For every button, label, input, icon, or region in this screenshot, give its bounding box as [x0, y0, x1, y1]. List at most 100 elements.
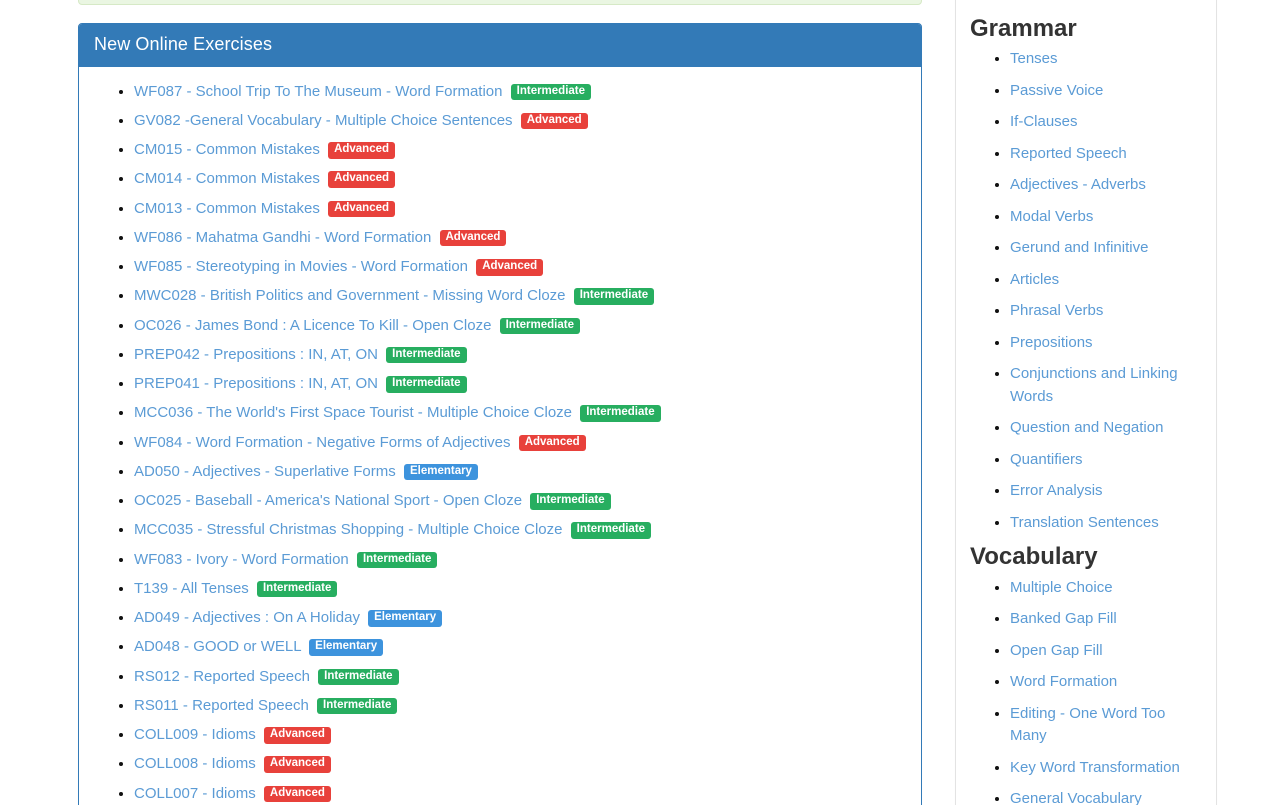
exercise-link[interactable]: PREP042 - Prepositions : IN, AT, ON [134, 346, 378, 363]
sidebar-item-quantifiers[interactable]: Quantifiers [1010, 451, 1083, 468]
exercise-link[interactable]: OC026 - James Bond : A Licence To Kill -… [134, 317, 491, 334]
sidebar-list-item: Key Word Transformation [1010, 757, 1202, 780]
sidebar-list-item: Adjectives - Adverbs [1010, 174, 1202, 197]
sidebar-item-key-word-transformation[interactable]: Key Word Transformation [1010, 759, 1180, 776]
sidebar-list-item: Reported Speech [1010, 143, 1202, 166]
main-content-column: New Online Exercises WF087 - School Trip… [78, 23, 922, 805]
sidebar-item-question-and-negation[interactable]: Question and Negation [1010, 419, 1163, 436]
sidebar-list-item: Question and Negation [1010, 417, 1202, 440]
sidebar-item-conjunctions-and-linking-words[interactable]: Conjunctions and Linking Words [1010, 365, 1178, 405]
level-badge: Elementary [368, 610, 442, 627]
panel-body: WF087 - School Trip To The Museum - Word… [79, 67, 921, 805]
exercise-link[interactable]: AD049 - Adjectives : On A Holiday [134, 609, 360, 626]
level-badge: Advanced [264, 756, 331, 773]
categories-panel-body: GrammarTensesPassive VoiceIf-ClausesRepo… [956, 0, 1216, 805]
level-badge: Intermediate [318, 669, 398, 686]
level-badge: Intermediate [386, 347, 466, 364]
sidebar-item-banked-gap-fill[interactable]: Banked Gap Fill [1010, 610, 1117, 627]
sidebar-list-item: Translation Sentences [1010, 512, 1202, 535]
exercise-link[interactable]: WF085 - Stereotyping in Movies - Word Fo… [134, 258, 468, 275]
exercise-link[interactable]: MCC035 - Stressful Christmas Shopping - … [134, 521, 563, 538]
exercise-link[interactable]: OC025 - Baseball - America's National Sp… [134, 492, 522, 509]
sidebar-item-multiple-choice[interactable]: Multiple Choice [1010, 579, 1113, 596]
exercise-list-item: WF083 - Ivory - Word Formation Intermedi… [134, 549, 906, 571]
sidebar-item-general-vocabulary-exercises[interactable]: General Vocabulary Exercises [1010, 790, 1142, 805]
sidebar-section-list: Multiple Choice Banked Gap Fill Open Gap F… [970, 577, 1202, 805]
exercise-list-item: CM015 - Common Mistakes Advanced [134, 139, 906, 161]
sidebar-item-tenses[interactable]: Tenses [1010, 50, 1058, 67]
exercise-link[interactable]: MWC028 - British Politics and Government… [134, 287, 566, 304]
sidebar-list-item: Conjunctions and Linking Words [1010, 363, 1202, 408]
exercise-list-item: MCC035 - Stressful Christmas Shopping - … [134, 519, 906, 541]
sidebar-list-item: Error Analysis [1010, 480, 1202, 503]
sidebar-list-item: Word Formation [1010, 671, 1202, 694]
sidebar-item-gerund-and-infinitive[interactable]: Gerund and Infinitive [1010, 239, 1148, 256]
sidebar-item-prepositions[interactable]: Prepositions [1010, 334, 1093, 351]
exercise-link[interactable]: AD050 - Adjectives - Superlative Forms [134, 463, 396, 480]
exercise-link[interactable]: AD048 - GOOD or WELL [134, 638, 301, 655]
exercise-link[interactable]: RS012 - Reported Speech [134, 668, 310, 685]
sidebar-item-reported-speech[interactable]: Reported Speech [1010, 145, 1127, 162]
exercise-link[interactable]: RS011 - Reported Speech [134, 697, 309, 714]
exercise-link[interactable]: WF087 - School Trip To The Museum - Word… [134, 83, 502, 100]
exercise-link[interactable]: COLL009 - Idioms [134, 726, 256, 743]
exercise-link[interactable]: CM015 - Common Mistakes [134, 141, 320, 158]
level-badge: Intermediate [357, 552, 437, 569]
exercise-link[interactable]: WF084 - Word Formation - Negative Forms … [134, 434, 511, 451]
exercise-link[interactable]: T139 - All Tenses [134, 580, 249, 597]
exercise-list-item: WF084 - Word Formation - Negative Forms … [134, 432, 906, 454]
exercise-link[interactable]: WF083 - Ivory - Word Formation [134, 551, 349, 568]
level-badge: Intermediate [257, 581, 337, 598]
sidebar-item-adjectives-adverbs[interactable]: Adjectives - Adverbs [1010, 176, 1146, 193]
exercise-link[interactable]: PREP041 - Prepositions : IN, AT, ON [134, 375, 378, 392]
level-badge: Intermediate [500, 318, 580, 335]
sidebar-list-item: Banked Gap Fill [1010, 608, 1202, 631]
sidebar-section-heading: Vocabulary [970, 544, 1202, 570]
sidebar-list-item: Tenses [1010, 48, 1202, 71]
level-badge: Advanced [264, 786, 331, 803]
exercise-link[interactable]: MCC036 - The World's First Space Tourist… [134, 404, 572, 421]
level-badge: Intermediate [571, 522, 651, 539]
level-badge: Advanced [519, 435, 586, 452]
sidebar-item-modal-verbs[interactable]: Modal Verbs [1010, 208, 1093, 225]
sidebar-item-phrasal-verbs[interactable]: Phrasal Verbs [1010, 302, 1103, 319]
exercise-link[interactable]: COLL008 - Idioms [134, 755, 256, 772]
exercise-link[interactable]: WF086 - Mahatma Gandhi - Word Formation [134, 229, 431, 246]
level-badge: Advanced [328, 201, 395, 218]
level-badge: Intermediate [530, 493, 610, 510]
exercise-list-item: RS012 - Reported Speech Intermediate [134, 666, 906, 688]
sidebar-item-word-formation[interactable]: Word Formation [1010, 673, 1117, 690]
exercise-list-item: WF086 - Mahatma Gandhi - Word Formation … [134, 227, 906, 249]
exercise-list-item: OC025 - Baseball - America's National Sp… [134, 490, 906, 512]
exercise-list-item: AD050 - Adjectives - Superlative Forms E… [134, 461, 906, 483]
new-online-exercises-panel: New Online Exercises WF087 - School Trip… [78, 23, 922, 805]
sidebar-list-item: General Vocabulary Exercises [1010, 788, 1202, 805]
exercise-link[interactable]: CM014 - Common Mistakes [134, 170, 320, 187]
categories-panel: GrammarTensesPassive VoiceIf-ClausesRepo… [955, 0, 1217, 805]
sidebar-item-editing-one-word-too-many[interactable]: Editing - One Word Too Many [1010, 705, 1165, 745]
level-badge: Advanced [476, 259, 543, 276]
exercise-list-item: AD048 - GOOD or WELL Elementary [134, 636, 906, 658]
level-badge: Intermediate [386, 376, 466, 393]
level-badge: Advanced [328, 171, 395, 188]
level-badge: Advanced [264, 727, 331, 744]
sidebar-item-passive-voice[interactable]: Passive Voice [1010, 82, 1103, 99]
level-badge: Intermediate [580, 405, 660, 422]
sidebar-item-open-gap-fill[interactable]: Open Gap Fill [1010, 642, 1103, 659]
sidebar-item-if-clauses[interactable]: If-Clauses [1010, 113, 1078, 130]
sidebar-list-item: Passive Voice [1010, 80, 1202, 103]
exercise-list-item: GV082 -General Vocabulary - Multiple Cho… [134, 110, 906, 132]
exercise-link[interactable]: CM013 - Common Mistakes [134, 200, 320, 217]
exercise-list-item: CM014 - Common Mistakes Advanced [134, 168, 906, 190]
sidebar-item-articles[interactable]: Articles [1010, 271, 1059, 288]
level-badge: Intermediate [574, 288, 654, 305]
exercise-list-item: PREP041 - Prepositions : IN, AT, ON Inte… [134, 373, 906, 395]
exercise-list-item: PREP042 - Prepositions : IN, AT, ON Inte… [134, 344, 906, 366]
sidebar-list-item: Editing - One Word Too Many [1010, 703, 1202, 748]
exercise-list-item: COLL009 - Idioms Advanced [134, 724, 906, 746]
exercise-link[interactable]: GV082 -General Vocabulary - Multiple Cho… [134, 112, 513, 129]
exercise-link[interactable]: COLL007 - Idioms [134, 785, 256, 802]
sidebar-item-error-analysis[interactable]: Error Analysis [1010, 482, 1103, 499]
sidebar-item-translation-sentences[interactable]: Translation Sentences [1010, 514, 1159, 531]
exercise-list-item: WF087 - School Trip To The Museum - Word… [134, 81, 906, 103]
